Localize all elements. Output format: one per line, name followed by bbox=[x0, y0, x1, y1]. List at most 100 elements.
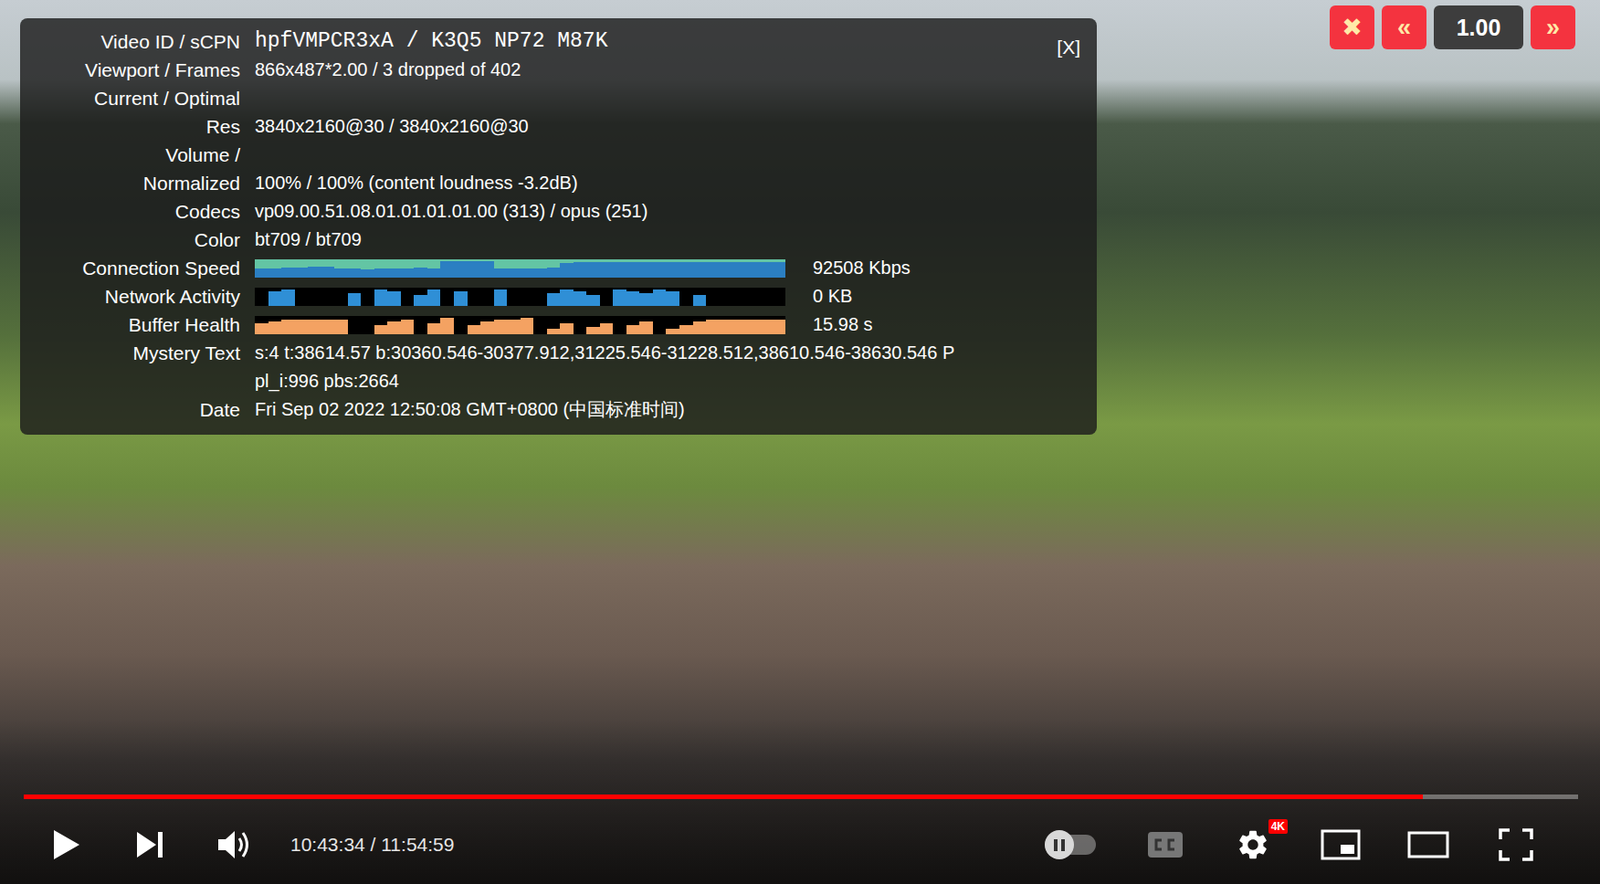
stat-row: Mystery Texts:4 t:38614.57 b:30360.546-3… bbox=[20, 338, 1085, 396]
graph-column bbox=[772, 315, 786, 335]
graph-column bbox=[387, 259, 401, 278]
graph-column bbox=[639, 259, 653, 278]
graph-fill bbox=[559, 289, 574, 306]
stat-label: Connection Speed bbox=[20, 253, 241, 283]
graph-column bbox=[586, 315, 600, 335]
progress-bar[interactable] bbox=[23, 794, 1579, 800]
graph-column bbox=[281, 259, 295, 278]
graph-column bbox=[559, 315, 574, 335]
graph-fill bbox=[374, 325, 389, 335]
right-controls: 4K bbox=[1041, 822, 1538, 867]
next-button[interactable] bbox=[127, 822, 172, 867]
stat-row: Connection Speed92508 Kbps bbox=[20, 253, 1085, 283]
stat-value: 866x487*2.00 / 3 dropped of 402 bbox=[254, 55, 1085, 85]
graph-fill bbox=[746, 262, 760, 278]
graph-column bbox=[321, 259, 336, 278]
graph-fill bbox=[467, 325, 482, 335]
graph-column bbox=[427, 315, 442, 335]
graph-column bbox=[639, 287, 653, 306]
graph-fill bbox=[334, 319, 348, 335]
time-display: 10:43:34 / 11:54:59 bbox=[290, 833, 454, 856]
graph-fill bbox=[679, 262, 694, 278]
settings-button[interactable]: 4K bbox=[1231, 822, 1275, 867]
graph-fill bbox=[494, 289, 508, 306]
graph-fill bbox=[626, 262, 641, 278]
graph-column bbox=[719, 315, 734, 335]
graph-fill bbox=[480, 261, 495, 278]
graph-fill bbox=[294, 267, 309, 278]
graph-column bbox=[400, 259, 415, 278]
video-player[interactable]: [X]Video ID / sCPNhpfVMPCR3xA / K3Q5 NP7… bbox=[0, 0, 1600, 884]
graph-column bbox=[652, 287, 667, 306]
graph-fill bbox=[639, 293, 653, 306]
stat-value: bt709 / bt709 bbox=[254, 225, 1085, 254]
captions-button[interactable] bbox=[1143, 822, 1188, 867]
graph-column bbox=[506, 259, 521, 278]
graph-column bbox=[573, 315, 588, 335]
stat-row: Buffer Health15.98 s bbox=[20, 310, 1085, 339]
graph-column bbox=[719, 259, 734, 278]
graph-fill bbox=[573, 291, 588, 306]
graph-fill bbox=[772, 262, 786, 278]
toggle-track bbox=[1044, 834, 1096, 855]
graph-fill bbox=[665, 262, 680, 278]
miniplayer-icon bbox=[1320, 829, 1361, 861]
graph-column bbox=[665, 315, 680, 335]
activity-graph bbox=[254, 287, 786, 306]
graph-fill bbox=[440, 317, 454, 335]
graph-column bbox=[307, 287, 322, 306]
miniplayer-button[interactable] bbox=[1318, 822, 1363, 867]
graph-column bbox=[705, 315, 720, 335]
fullscreen-button[interactable] bbox=[1494, 822, 1538, 867]
stat-row: DateFri Sep 02 2022 12:50:08 GMT+0800 (中… bbox=[20, 395, 1085, 424]
graph-fill bbox=[413, 294, 428, 306]
speed-button[interactable]: » bbox=[1530, 5, 1576, 50]
graph-column bbox=[758, 315, 773, 335]
speed-button[interactable]: « bbox=[1381, 5, 1427, 50]
graph-column bbox=[480, 315, 495, 335]
graph-reading: 15.98 s bbox=[812, 310, 874, 339]
graph-fill bbox=[254, 268, 269, 278]
volume-icon bbox=[216, 828, 252, 862]
graph-column bbox=[427, 259, 442, 278]
graph-column bbox=[679, 287, 694, 306]
graph-fill bbox=[559, 263, 574, 278]
progress-fill bbox=[23, 794, 1423, 800]
captions-icon bbox=[1147, 831, 1184, 859]
graph-column bbox=[746, 287, 760, 306]
graph-column bbox=[334, 259, 348, 278]
graph-fill bbox=[440, 261, 454, 278]
graph-column bbox=[547, 315, 561, 335]
graph-fill bbox=[427, 323, 442, 335]
play-icon bbox=[50, 828, 82, 862]
graph-column bbox=[520, 315, 535, 335]
graph-column bbox=[612, 315, 627, 335]
graph-column bbox=[427, 287, 442, 306]
graph-fill bbox=[374, 268, 389, 278]
graph-column bbox=[732, 315, 747, 335]
graph-fill bbox=[268, 291, 283, 306]
autoplay-toggle[interactable] bbox=[1041, 822, 1100, 867]
volume-button[interactable] bbox=[211, 822, 256, 867]
graph-column bbox=[612, 287, 627, 306]
close-button[interactable]: [X] bbox=[1056, 32, 1081, 62]
stat-row: Volume /Normalized100% / 100% (content l… bbox=[20, 140, 1085, 198]
graph-column bbox=[533, 259, 548, 278]
speed-button[interactable]: ✖ bbox=[1329, 5, 1375, 50]
theater-button[interactable] bbox=[1406, 822, 1451, 867]
graph-column bbox=[281, 315, 295, 335]
graph-column bbox=[347, 315, 362, 335]
graph-fill bbox=[559, 323, 574, 335]
graph-fill bbox=[719, 262, 734, 278]
graph-fill bbox=[427, 268, 442, 278]
graph-fill bbox=[693, 262, 707, 278]
graph-fill bbox=[400, 319, 415, 335]
play-button[interactable] bbox=[43, 822, 88, 867]
stat-row: Video ID / sCPNhpfVMPCR3xA / K3Q5 NP72 M… bbox=[20, 27, 1085, 56]
graph-column bbox=[374, 287, 389, 306]
stat-label: Date bbox=[20, 395, 241, 424]
graph-fill bbox=[639, 321, 653, 335]
graph-fill bbox=[427, 289, 442, 306]
graph-column bbox=[254, 259, 269, 278]
graph-fill bbox=[400, 268, 415, 278]
